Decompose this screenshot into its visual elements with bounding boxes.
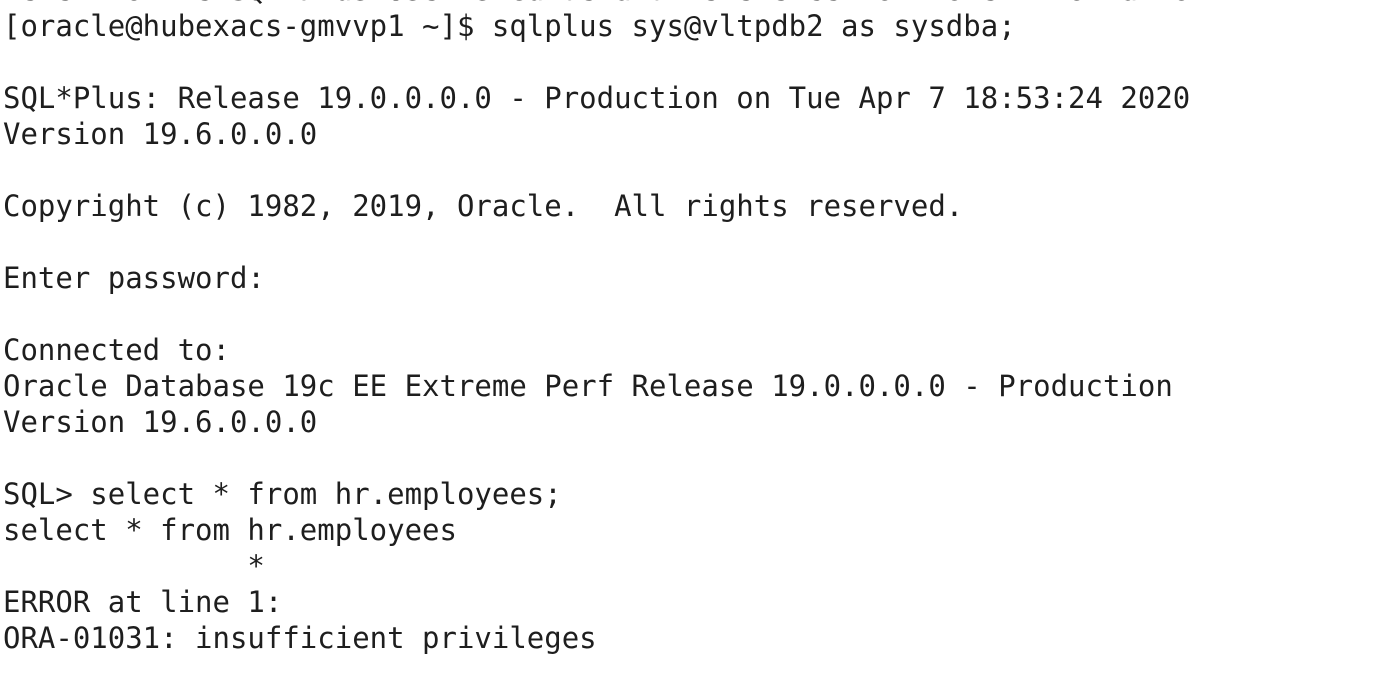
terminal-line-database-banner: Oracle Database 19c EE Extreme Perf Rele…	[3, 369, 1173, 403]
terminal-window[interactable]: Refer to the SQL*Plus User's Guide and R…	[0, 0, 1378, 692]
terminal-line-error-marker: *	[3, 549, 265, 583]
terminal-output: Refer to the SQL*Plus User's Guide and R…	[3, 0, 1225, 656]
terminal-line-connected: Connected to:	[3, 333, 230, 367]
terminal-line-password-prompt: Enter password:	[3, 261, 265, 295]
terminal-line-partial: Refer to the SQL*Plus User's Guide and R…	[3, 0, 1225, 8]
terminal-line-error-location: ERROR at line 1:	[3, 585, 283, 619]
terminal-line-sql-prompt: SQL> select * from hr.employees;	[3, 477, 562, 511]
terminal-line-copyright: Copyright (c) 1982, 2019, Oracle. All ri…	[3, 189, 964, 223]
terminal-line-release: SQL*Plus: Release 19.0.0.0.0 - Productio…	[3, 81, 1191, 115]
terminal-line-version: Version 19.6.0.0.0	[3, 117, 318, 151]
terminal-line-error-message: ORA-01031: insufficient privileges	[3, 621, 597, 655]
terminal-line-version: Version 19.6.0.0.0	[3, 405, 318, 439]
terminal-line-shell-command: [oracle@hubexacs-gmvvp1 ~]$ sqlplus sys@…	[3, 9, 1016, 43]
terminal-line-echoed-statement: select * from hr.employees	[3, 513, 457, 547]
